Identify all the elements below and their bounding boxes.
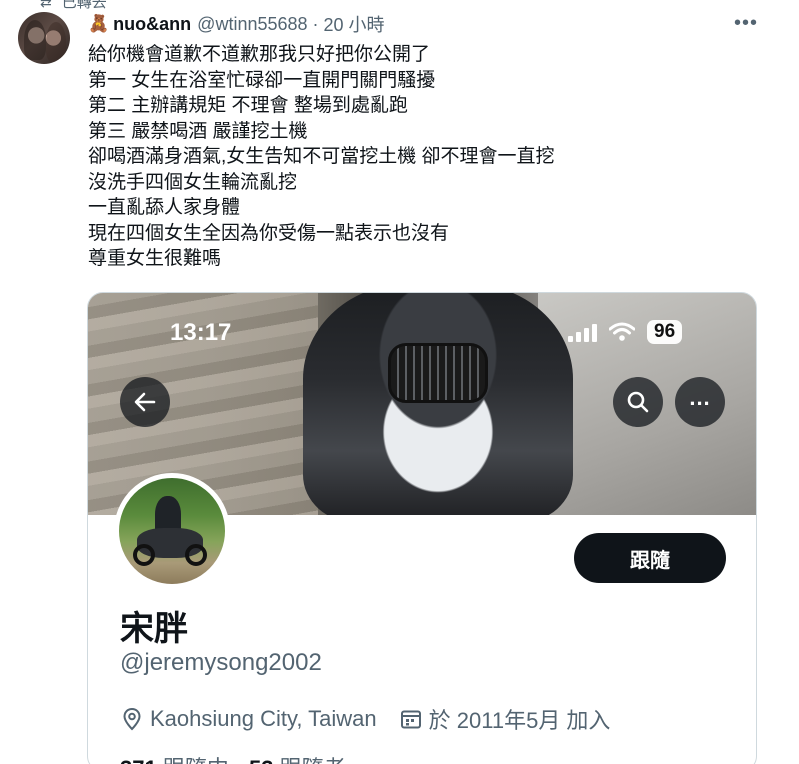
avatar-figure-right xyxy=(46,22,66,62)
profile-display-name: 宋胖 xyxy=(120,610,188,648)
followers-label[interactable]: 跟隨者 xyxy=(280,756,346,764)
retweet-context: ⇄ 已轉去 xyxy=(40,0,107,12)
tweet-line: 尊重女生很難嗎 xyxy=(88,248,222,269)
tweet-line: 現在四個女生全因為你受傷一點表示也沒有 xyxy=(88,222,450,244)
tweet-text: 給你機會道歉不道歉那我只好把你公開了 第一 女生在浴室忙碌卻一直開門關門騷擾 第… xyxy=(88,42,555,272)
tweet-line: 一直亂舔人家身體 xyxy=(88,197,241,218)
retweet-label: 已轉去 xyxy=(61,0,107,11)
ellipsis-glyph: ... xyxy=(689,385,711,410)
follow-button[interactable]: 跟隨 xyxy=(574,533,726,583)
tweet-header: 🧸 nuo&ann @wtinn55688 · 20 小時 xyxy=(88,12,385,36)
signal-icon xyxy=(568,322,597,342)
tweet-line: 卻喝酒滿身酒氣,女生告知不可當挖土機 卻不理會一直挖 xyxy=(88,146,555,167)
location-pin-icon xyxy=(123,707,141,731)
more-options-icon[interactable]: ••• xyxy=(734,12,758,35)
banner-motorcycle xyxy=(303,293,573,515)
following-count[interactable]: 371 xyxy=(120,756,157,764)
battery-indicator: 96 xyxy=(647,320,683,344)
tweet-line: 沒洗手四個女生輪流亂挖 xyxy=(88,171,298,193)
tweet-line: 第二 主辦講規矩 不理會 整場到處亂跑 xyxy=(88,95,408,116)
status-time: 13:17 xyxy=(170,319,232,346)
retweet-icon: ⇄ xyxy=(40,0,52,10)
profile-handle: @jeremysong2002 xyxy=(120,649,322,676)
banner-headlight xyxy=(388,343,488,403)
profile-avatar[interactable] xyxy=(114,473,230,589)
profile-location: Kaohsiung City, Taiwan xyxy=(150,706,377,731)
author-name[interactable]: nuo&ann xyxy=(113,14,191,35)
tweet-timestamp[interactable]: 20 小時 xyxy=(324,11,385,37)
status-icons: 96 xyxy=(568,320,683,344)
following-label[interactable]: 跟隨中 xyxy=(163,756,229,764)
tweet-line: 給你機會道歉不道歉那我只好把你公開了 xyxy=(88,44,431,65)
wifi-icon xyxy=(609,322,635,341)
tweet-media-screenshot[interactable]: 13:17 96 ... 跟隨 宋胖 @jeremysong2002 Kaohs… xyxy=(87,292,757,764)
tweet-line: 第三 嚴禁喝酒 嚴謹挖土機 xyxy=(88,120,308,142)
search-icon[interactable] xyxy=(613,377,663,427)
author-avatar[interactable] xyxy=(18,12,70,64)
avatar-wheel xyxy=(133,544,155,566)
header-separator: · xyxy=(312,13,319,34)
arrow-left-icon xyxy=(134,392,156,412)
back-arrow-icon[interactable] xyxy=(120,377,170,427)
avatar-figure-left xyxy=(24,20,46,60)
calendar-icon xyxy=(400,710,421,729)
tweet-line: 第一 女生在浴室忙碌卻一直開門關門騷擾 xyxy=(88,69,436,91)
author-emoji: 🧸 xyxy=(88,14,110,33)
more-menu-icon[interactable]: ... xyxy=(675,377,725,427)
profile-stats: 371 跟隨中 53 跟隨者 xyxy=(120,751,360,764)
avatar-wheel xyxy=(185,544,207,566)
magnifier-icon xyxy=(627,391,649,413)
author-handle[interactable]: @wtinn55688 xyxy=(197,14,307,35)
followers-count[interactable]: 53 xyxy=(249,756,273,764)
profile-meta: Kaohsiung City, Taiwan 於 2011年5月 加入 xyxy=(120,703,610,735)
profile-joined: 於 2011年5月 加入 xyxy=(428,708,611,733)
